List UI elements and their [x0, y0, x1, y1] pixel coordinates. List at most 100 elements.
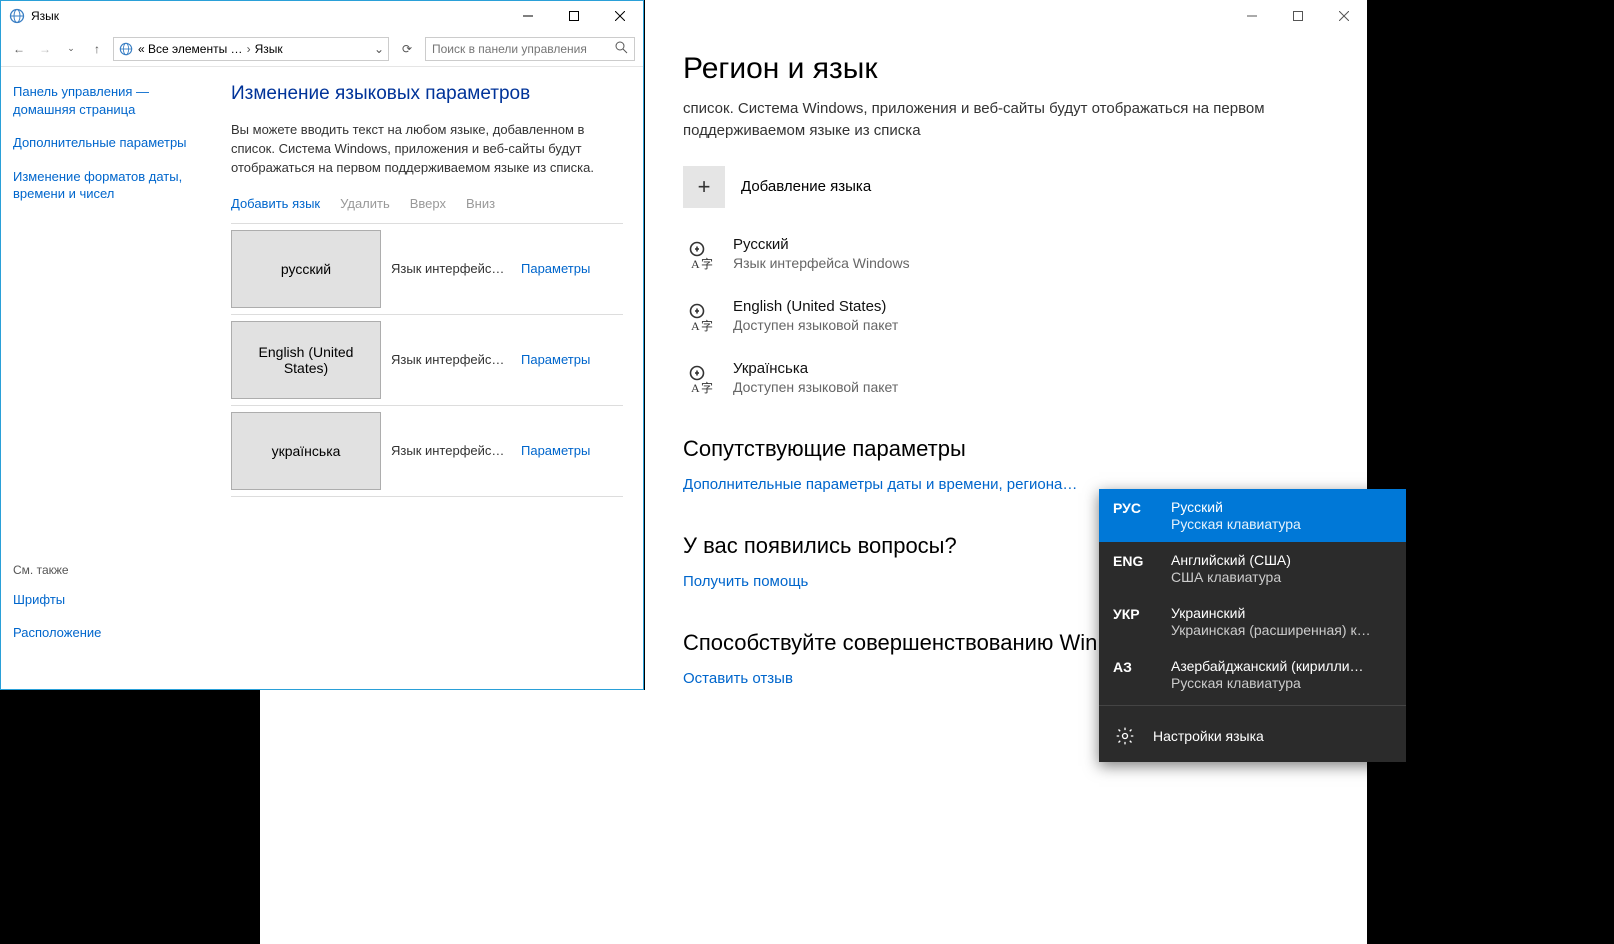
toolbar-up[interactable]: Вверх — [410, 196, 446, 211]
toolbar-down[interactable]: Вниз — [466, 196, 495, 211]
language-subtitle: Доступен языковой пакет — [733, 379, 898, 395]
cp-addressbar: ← → ⌄ ↑ « Все элементы … › Язык ⌄ ⟳ — [1, 31, 643, 67]
flyout-language-item[interactable]: РУС Русский Русская клавиатура — [1099, 489, 1406, 542]
control-panel-window: Язык ← → ⌄ ↑ « Все элементы … › Язык ⌄ ⟳ — [0, 0, 644, 690]
flyout-lang-name: Азербайджанский (кирилли… — [1171, 658, 1392, 674]
close-button[interactable] — [1321, 0, 1367, 32]
minimize-button[interactable] — [1229, 0, 1275, 32]
separator — [1099, 705, 1406, 706]
breadcrumb[interactable]: « Все элементы … › Язык ⌄ — [113, 37, 389, 61]
cp-sidebar: Панель управления — домашняя страница До… — [1, 67, 221, 689]
svg-text:字: 字 — [701, 318, 713, 333]
back-button[interactable]: ← — [9, 42, 29, 56]
forward-button[interactable]: → — [35, 42, 55, 56]
language-tile[interactable]: English (United States) — [231, 321, 381, 399]
settings-window: Регион и язык список. Система Windows, п… — [645, 0, 1367, 944]
language-desc: Язык интерфейса … — [381, 443, 521, 458]
sidebar-link-formats[interactable]: Изменение форматов даты, времени и чисел — [13, 168, 209, 203]
svg-text:A: A — [691, 257, 700, 271]
cp-description: Вы можете вводить текст на любом языке, … — [231, 121, 623, 178]
language-icon: A 字 — [683, 300, 717, 334]
flyout-keyboard-name: США клавиатура — [1171, 569, 1392, 585]
globe-icon — [9, 8, 25, 24]
language-row[interactable]: українська Язык интерфейса … Параметры — [231, 405, 623, 497]
flyout-lang-name: Английский (США) — [1171, 552, 1392, 568]
maximize-button[interactable] — [551, 1, 597, 31]
flyout-lang-name: Русский — [1171, 499, 1392, 515]
cp-toolbar: Добавить язык Удалить Вверх Вниз — [231, 196, 623, 211]
flyout-lang-code: ENG — [1113, 552, 1157, 569]
white-fill-area — [260, 690, 645, 944]
breadcrumb-current: Язык — [255, 42, 283, 56]
language-tile[interactable]: українська — [231, 412, 381, 490]
language-flyout: РУС Русский Русская клавиатура ENG Англи… — [1099, 489, 1406, 762]
gear-icon — [1113, 724, 1137, 748]
flyout-lang-name: Украинский — [1171, 605, 1392, 621]
language-icon: A 字 — [683, 238, 717, 272]
add-language-button[interactable]: + Добавление языка — [683, 166, 1329, 208]
language-name: Українська — [733, 360, 898, 377]
toolbar-remove[interactable]: Удалить — [340, 196, 390, 211]
language-params-link[interactable]: Параметры — [521, 443, 590, 458]
flyout-language-item[interactable]: ENG Английский (США) США клавиатура — [1099, 542, 1406, 595]
breadcrumb-prefix: « Все элементы … — [138, 42, 243, 56]
language-desc: Язык интерфейса … — [381, 261, 521, 276]
chevron-down-icon[interactable]: ⌄ — [374, 42, 384, 56]
plus-icon: + — [683, 166, 725, 208]
settings-description: список. Система Windows, приложения и ве… — [683, 98, 1329, 142]
sidebar-link-advanced[interactable]: Дополнительные параметры — [13, 134, 209, 152]
flyout-keyboard-name: Русская клавиатура — [1171, 675, 1392, 691]
bottom-black-area — [0, 690, 260, 944]
language-icon: A 字 — [683, 362, 717, 396]
flyout-keyboard-name: Украинская (расширенная) к… — [1171, 622, 1392, 638]
minimize-button[interactable] — [505, 1, 551, 31]
flyout-language-item[interactable]: АЗ Азербайджанский (кирилли… Русская кла… — [1099, 648, 1406, 701]
chevron-right-icon: › — [247, 42, 251, 56]
language-name: English (United States) — [733, 298, 898, 315]
flyout-keyboard-name: Русская клавиатура — [1171, 516, 1392, 532]
language-row[interactable]: English (United States) Язык интерфейса … — [231, 314, 623, 405]
search-icon — [615, 41, 628, 57]
language-subtitle: Доступен языковой пакет — [733, 317, 898, 333]
language-row[interactable]: русский Язык интерфейса … Параметры — [231, 223, 623, 314]
flyout-settings-label: Настройки языка — [1153, 728, 1264, 744]
svg-text:A: A — [691, 381, 700, 395]
language-desc: Язык интерфейса … — [381, 352, 521, 367]
sidebar-link-fonts[interactable]: Шрифты — [13, 591, 209, 609]
recent-dropdown[interactable]: ⌄ — [61, 43, 81, 54]
related-heading: Сопутствующие параметры — [683, 436, 1329, 462]
language-item[interactable]: A 字 English (United States) Доступен язы… — [683, 298, 1329, 334]
refresh-button[interactable]: ⟳ — [395, 37, 419, 61]
flyout-lang-code: АЗ — [1113, 658, 1157, 675]
flyout-lang-code: РУС — [1113, 499, 1157, 516]
settings-titlebar — [645, 0, 1367, 32]
language-subtitle: Язык интерфейса Windows — [733, 255, 910, 271]
language-item[interactable]: A 字 Русский Язык интерфейса Windows — [683, 236, 1329, 272]
flyout-lang-code: УКР — [1113, 605, 1157, 622]
flyout-settings-button[interactable]: Настройки языка — [1099, 710, 1406, 762]
seealso-label: См. также — [13, 563, 209, 577]
svg-text:字: 字 — [701, 380, 713, 395]
settings-heading: Регион и язык — [683, 52, 1329, 86]
cp-titlebar: Язык — [1, 1, 643, 31]
toolbar-add[interactable]: Добавить язык — [231, 196, 320, 211]
language-params-link[interactable]: Параметры — [521, 261, 590, 276]
close-button[interactable] — [597, 1, 643, 31]
language-params-link[interactable]: Параметры — [521, 352, 590, 367]
cp-heading: Изменение языковых параметров — [231, 83, 623, 105]
search-input[interactable] — [432, 42, 615, 56]
cp-title: Язык — [31, 9, 59, 23]
maximize-button[interactable] — [1275, 0, 1321, 32]
flyout-language-item[interactable]: УКР Украинский Украинская (расширенная) … — [1099, 595, 1406, 648]
cp-main: Изменение языковых параметров Вы можете … — [221, 67, 643, 689]
svg-text:A: A — [691, 319, 700, 333]
language-tile[interactable]: русский — [231, 230, 381, 308]
up-button[interactable]: ↑ — [87, 42, 107, 56]
sidebar-link-location[interactable]: Расположение — [13, 624, 209, 642]
right-black-area — [1367, 0, 1614, 944]
sidebar-link-home[interactable]: Панель управления — домашняя страница — [13, 83, 209, 118]
language-item[interactable]: A 字 Українська Доступен языковой пакет — [683, 360, 1329, 396]
svg-text:字: 字 — [701, 256, 713, 271]
language-name: Русский — [733, 236, 910, 253]
search-box[interactable] — [425, 37, 635, 61]
